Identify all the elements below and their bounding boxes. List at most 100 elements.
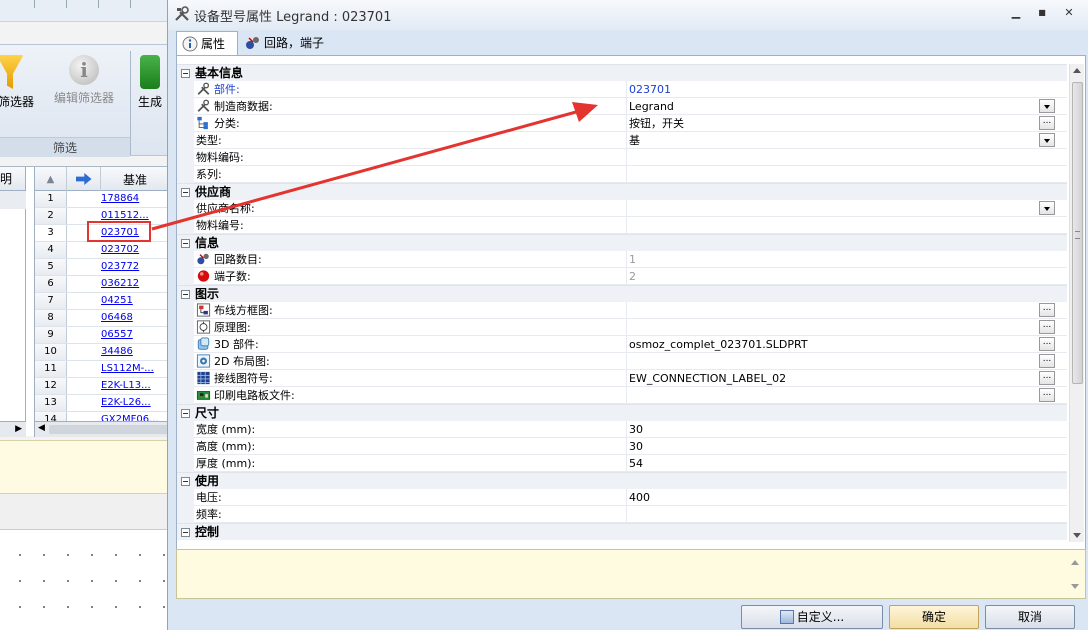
maximize-button[interactable]: ■ <box>1034 6 1050 20</box>
category-usage[interactable]: 使用 <box>177 472 1067 489</box>
row-part[interactable]: 部件: 023701 <box>177 81 1067 98</box>
desc-scroll-up-icon[interactable] <box>1071 560 1079 565</box>
manufacturer-dropdown-button[interactable] <box>1039 99 1055 113</box>
part-3d-browse-button[interactable]: ... <box>1039 337 1055 351</box>
row-height[interactable]: 高度 (mm): 30 <box>177 438 1067 455</box>
table-row[interactable]: 5 023772 <box>35 259 170 276</box>
drawing-canvas[interactable] <box>0 530 170 630</box>
row-voltage[interactable]: 电压: 400 <box>177 489 1067 506</box>
row-supplier-name[interactable]: 供应商名称: <box>177 200 1067 217</box>
title-bar[interactable]: 设备型号属性 Legrand : 023701 ▁ ■ ✕ <box>168 0 1088 30</box>
collapse-icon[interactable] <box>181 69 190 78</box>
part-code-link[interactable]: 06557 <box>67 327 170 343</box>
category-supplier[interactable]: 供应商 <box>177 183 1067 200</box>
category-control[interactable]: 控制 <box>177 523 1067 540</box>
part-code-link[interactable]: 34486 <box>67 344 170 360</box>
table-row[interactable]: 11 LS112M-... <box>35 361 170 378</box>
part-code-link[interactable]: 04251 <box>67 293 170 309</box>
close-button[interactable]: ✕ <box>1061 6 1077 20</box>
row-layout-2d[interactable]: 2D 布局图: ... <box>177 353 1067 370</box>
row-depth[interactable]: 厚度 (mm): 54 <box>177 455 1067 472</box>
property-grid: 基本信息 部件: 023701 制造商数据: Legrand 分类: 按钮，开关… <box>177 64 1067 600</box>
part-code-link[interactable]: 178864 <box>67 191 170 207</box>
category-info[interactable]: 信息 <box>177 234 1067 251</box>
row-wiring-frame[interactable]: 布线方框图: ... <box>177 302 1067 319</box>
edit-filter-label: 编辑筛选器 <box>54 91 115 105</box>
row-series[interactable]: 系列: <box>177 166 1067 183</box>
row-width[interactable]: 宽度 (mm): 30 <box>177 421 1067 438</box>
add-filter-button[interactable]: 加筛选器 <box>0 55 34 110</box>
table-row[interactable]: 13 E2K-L26... <box>35 395 170 412</box>
depth-value[interactable]: 54 <box>629 455 1039 472</box>
row-schematic[interactable]: 原理图: ... <box>177 319 1067 336</box>
generate-button[interactable]: 生成 <box>138 55 162 110</box>
pcb-file-browse-button[interactable]: ... <box>1039 388 1055 402</box>
row-part-3d[interactable]: 3D 部件: osmoz_complet_023701.SLDPRT ... <box>177 336 1067 353</box>
category-size[interactable]: 尺寸 <box>177 404 1067 421</box>
ok-button[interactable]: 确定 <box>889 605 979 629</box>
type-dropdown-button[interactable] <box>1039 133 1055 147</box>
tab-circuits-terminals[interactable]: 回路，端子 <box>240 31 340 55</box>
part-code-link[interactable]: 023772 <box>67 259 170 275</box>
row-material-number[interactable]: 物料编号: <box>177 217 1067 234</box>
collapse-icon[interactable] <box>181 477 190 486</box>
table-row[interactable]: 6 036212 <box>35 276 170 293</box>
row-type[interactable]: 类型: 基 <box>177 132 1067 149</box>
wiring-frame-browse-button[interactable]: ... <box>1039 303 1055 317</box>
tab-circuits-label: 回路，端子 <box>264 36 325 50</box>
scroll-up-icon[interactable] <box>1073 68 1081 73</box>
height-value[interactable]: 30 <box>629 438 1039 455</box>
supplier-dropdown-button[interactable] <box>1039 201 1055 215</box>
minimize-button[interactable]: ▁ <box>1008 6 1024 20</box>
part-code-link[interactable]: 06468 <box>67 310 170 326</box>
table-row[interactable]: 9 06557 <box>35 327 170 344</box>
collapse-icon[interactable] <box>181 528 190 537</box>
table-row[interactable]: 8 06468 <box>35 310 170 327</box>
table-row[interactable]: 10 34486 <box>35 344 170 361</box>
voltage-value[interactable]: 400 <box>629 489 1039 506</box>
desc-scroll-down-icon[interactable] <box>1071 584 1079 589</box>
property-grid-scrollbar[interactable] <box>1069 64 1084 542</box>
row-manufacturer[interactable]: 制造商数据: Legrand <box>177 98 1067 115</box>
customize-button[interactable]: 自定义... <box>741 605 883 629</box>
row-classification[interactable]: 分类: 按钮，开关 ... <box>177 115 1067 132</box>
collapse-icon[interactable] <box>181 188 190 197</box>
wiring-symbol-browse-button[interactable]: ... <box>1039 371 1055 385</box>
table-row[interactable]: 4 023702 <box>35 242 170 259</box>
sort-icon[interactable]: ▲ <box>35 167 67 191</box>
row-frequency[interactable]: 频率: <box>177 506 1067 523</box>
category-graphics[interactable]: 图示 <box>177 285 1067 302</box>
info-icon: i <box>69 55 99 85</box>
edit-filter-button[interactable]: i 编辑筛选器 <box>54 55 114 106</box>
scroll-thumb[interactable] <box>1072 82 1083 384</box>
layout-2d-browse-button[interactable]: ... <box>1039 354 1055 368</box>
collapse-icon[interactable] <box>181 409 190 418</box>
tab-properties[interactable]: 属性 <box>176 31 238 56</box>
row-wiring-symbol[interactable]: 接线图符号: EW_CONNECTION_LABEL_02 ... <box>177 370 1067 387</box>
part-code-link[interactable]: E2K-L13... <box>67 378 170 394</box>
part-code-link[interactable]: E2K-L26... <box>67 395 170 411</box>
width-value[interactable]: 30 <box>629 421 1039 438</box>
row-number: 5 <box>35 259 67 275</box>
row-pcb-file[interactable]: 印刷电路板文件: ... <box>177 387 1067 404</box>
navigate-arrow-icon[interactable] <box>67 167 101 191</box>
schematic-browse-button[interactable]: ... <box>1039 320 1055 334</box>
part-code-link[interactable]: LS112M-... <box>67 361 170 377</box>
table-row[interactable]: 7 04251 <box>35 293 170 310</box>
table-row[interactable]: 12 E2K-L13... <box>35 378 170 395</box>
category-basic[interactable]: 基本信息 <box>177 64 1067 81</box>
table-horizontal-scrollbar[interactable]: ◀ <box>35 421 170 437</box>
classification-browse-button[interactable]: ... <box>1039 116 1055 130</box>
row-circuit-count[interactable]: 回路数目: 1 <box>177 251 1067 268</box>
cancel-button[interactable]: 取消 <box>985 605 1075 629</box>
column-header-base[interactable]: 基准 <box>101 167 170 191</box>
collapse-icon[interactable] <box>181 239 190 248</box>
scroll-down-icon[interactable] <box>1073 533 1081 538</box>
collapse-icon[interactable] <box>181 290 190 299</box>
part-code-link[interactable]: 036212 <box>67 276 170 292</box>
part-code-link[interactable]: 023702 <box>67 242 170 258</box>
row-material-code[interactable]: 物料编码: <box>177 149 1067 166</box>
row-terminal-count[interactable]: 端子数: 2 <box>177 268 1067 285</box>
left-pane-scroll-right[interactable]: ▶ <box>0 421 26 437</box>
table-row[interactable]: 1 178864 <box>35 191 170 208</box>
